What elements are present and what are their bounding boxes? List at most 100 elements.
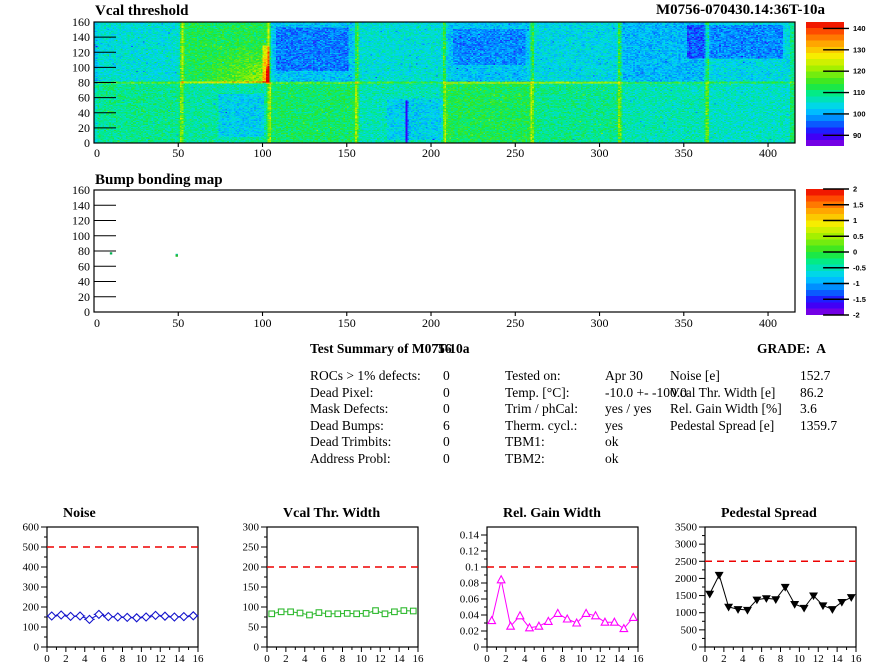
y-tick-label: 2000: [675, 573, 698, 585]
y-tick-label: 140: [72, 30, 90, 44]
summary-conditions-label: Therm. cycl.:: [505, 417, 578, 433]
marker-square: [362, 610, 370, 617]
x-tick-label: 2: [63, 653, 69, 665]
y-tick-label: 100: [23, 622, 40, 634]
marker-triangle: [628, 612, 639, 621]
y-tick-label: 1000: [675, 607, 698, 619]
summary-conditions-label: TBM1:: [505, 434, 545, 449]
y-tick-label: 2500: [675, 556, 698, 568]
y-tick-label: 100: [243, 602, 260, 614]
y-tick-label: 80: [78, 244, 90, 258]
x-tick-label: 14: [394, 653, 406, 665]
marker-triangle: [496, 574, 506, 584]
marker-filled-triangle: [827, 606, 837, 614]
marker-triangle: [534, 621, 544, 630]
y-tick-label: 300: [23, 582, 40, 594]
map-frame: [93, 189, 796, 313]
marker-square: [277, 608, 285, 616]
summary-conditions-label: Tested on:: [505, 368, 561, 383]
marker-filled-triangle: [771, 596, 781, 604]
y-tick-label: 20: [78, 290, 90, 304]
x-tick-label: 12: [813, 653, 824, 665]
colorbar-tick-label: -1: [853, 279, 860, 288]
y-tick-label: 40: [78, 275, 90, 289]
x-tick-label: 8: [120, 653, 126, 665]
y-tick-label: 0.14: [460, 530, 480, 542]
marker-triangle: [581, 608, 591, 617]
y-tick-label: 50: [248, 622, 260, 634]
colorbar-tick-label: 1.5: [853, 200, 863, 209]
marker-square: [400, 607, 408, 614]
subplot-frame: [704, 526, 857, 648]
summary-conditions-value: Apr 30: [605, 368, 643, 383]
subplot-title: Vcal Thr. Width: [283, 506, 381, 521]
y-tick-label: 120: [72, 214, 90, 228]
colorbar-tick-label: 110: [853, 88, 865, 97]
marker-diamond: [113, 612, 123, 622]
x-tick-label: 50: [172, 316, 184, 330]
summary-defects-label: ROCs > 1% defects:: [310, 368, 421, 383]
y-tick-label: 140: [72, 198, 90, 212]
marker-diamond: [94, 609, 104, 620]
x-tick-label: 2: [283, 653, 289, 665]
summary-defects-value: 0: [443, 434, 450, 449]
y-tick-label: 0.12: [460, 546, 479, 558]
x-tick-label: 4: [82, 653, 88, 665]
marker-square: [296, 609, 304, 617]
x-tick-label: 4: [522, 653, 528, 665]
x-tick-label: 100: [254, 316, 272, 330]
marker-square: [353, 610, 361, 618]
colorbar-tick-label: 0.5: [853, 232, 863, 241]
summary-conditions-value: ok: [605, 434, 619, 449]
x-tick-label: 12: [375, 653, 386, 665]
y-tick-label: 400: [23, 562, 40, 574]
x-tick-label: 0: [702, 653, 708, 665]
summary-defects-label: Dead Pixel:: [310, 384, 374, 400]
x-tick-label: 2: [503, 653, 509, 665]
y-tick-label: 60: [78, 259, 90, 273]
subplot-title: Pedestal Spread: [721, 506, 817, 521]
summary-results-value: 3.6: [800, 401, 817, 416]
summary-results-value: 152.7: [800, 368, 831, 383]
x-tick-label: 10: [576, 653, 588, 665]
marker-triangle: [515, 610, 525, 620]
x-tick-label: 6: [759, 653, 765, 665]
colorbar-tick-label: 2: [853, 185, 857, 194]
y-tick-label: 200: [23, 602, 40, 614]
summary-results-value: 1359.7: [800, 417, 838, 433]
marker-square: [315, 609, 323, 616]
y-tick-label: 60: [78, 91, 90, 105]
marker-triangle: [562, 613, 572, 623]
y-tick-label: 100: [72, 60, 90, 74]
marker-diamond: [179, 611, 189, 622]
marker-filled-triangle: [846, 594, 856, 602]
summary-results-label: Noise [e]: [670, 368, 720, 383]
marker-square: [381, 610, 389, 618]
marker-diamond: [160, 611, 170, 621]
summary-conditions-label: TBM2:: [505, 450, 545, 466]
colorbar-tick-label: 90: [853, 131, 861, 140]
subplot-title: Rel. Gain Width: [503, 506, 601, 521]
summary-results-value: 86.2: [800, 384, 824, 400]
marker-diamond: [131, 613, 142, 623]
summary-conditions-value: yes: [605, 417, 623, 433]
x-tick-label: 350: [675, 146, 693, 160]
y-tick-label: 0: [34, 642, 40, 654]
x-tick-label: 250: [506, 316, 524, 330]
colorbar-tick-label: 1: [853, 216, 857, 225]
y-tick-label: 0: [84, 305, 90, 319]
summary-results-label: Rel. Gain Width [%]: [670, 401, 782, 416]
x-tick-label: 12: [595, 653, 606, 665]
test-summary-page: Vcal threshold M0756-070430.14:36T-10a B…: [0, 0, 896, 672]
colorbar-tick-label: 120: [853, 67, 866, 76]
y-tick-label: 0.06: [460, 594, 480, 606]
marker-filled-triangle: [743, 606, 752, 615]
y-tick-label: 500: [681, 624, 698, 636]
summary-results-label: Pedestal Spread [e]: [670, 417, 775, 433]
y-tick-label: 200: [243, 562, 260, 574]
y-tick-label: 1500: [675, 590, 698, 602]
y-tick-label: 0: [254, 642, 260, 654]
y-tick-label: 20: [78, 121, 90, 135]
x-tick-label: 200: [422, 146, 440, 160]
y-tick-label: 80: [78, 76, 90, 90]
